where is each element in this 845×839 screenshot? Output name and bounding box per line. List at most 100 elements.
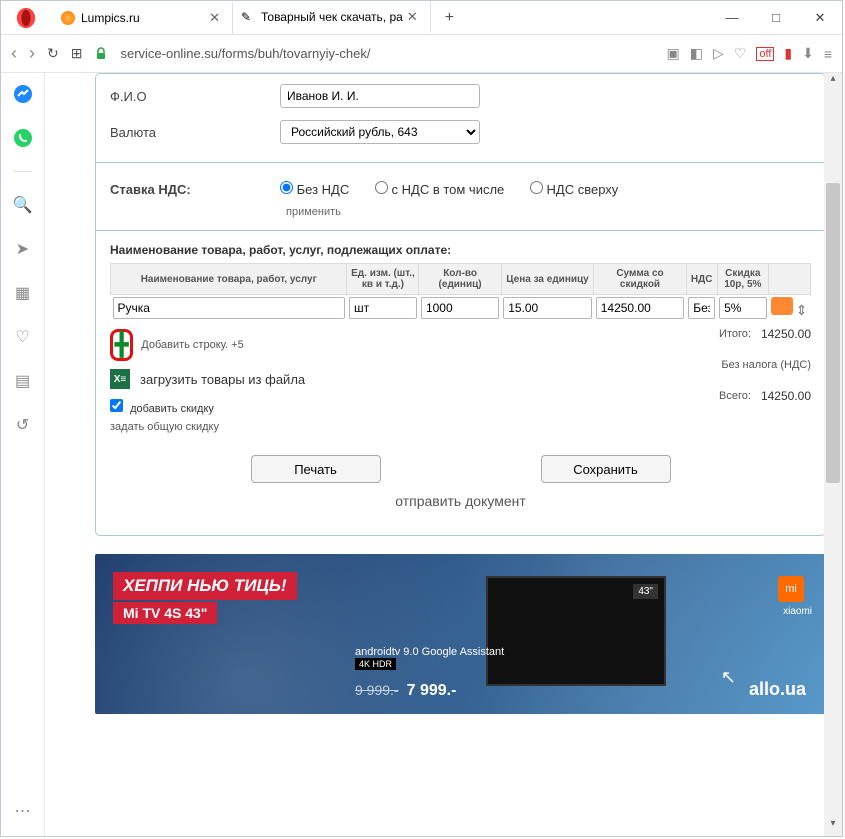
back-button[interactable]: ‹	[11, 43, 17, 64]
plus-icon[interactable]: ╋	[115, 332, 128, 357]
favicon-lumpics	[61, 11, 75, 25]
upload-row: X≡ загрузить товары из файла	[110, 369, 340, 389]
th-sum: Сумма со скидкой	[594, 264, 687, 295]
tab-title: Lumpics.ru	[81, 11, 140, 25]
item-unit-input[interactable]	[349, 297, 417, 319]
titlebar: Lumpics.ru ✕ ✎ Товарный чек скачать, ра …	[1, 1, 842, 35]
fio-label: Ф.И.О	[110, 89, 280, 104]
th-qty: Кол-во (единиц)	[419, 264, 501, 295]
delete-row-button[interactable]	[771, 297, 793, 315]
divider	[14, 171, 32, 172]
adblock-icon[interactable]: off	[756, 47, 774, 61]
maximize-button[interactable]: □	[754, 2, 798, 34]
upload-label[interactable]: загрузить товары из файла	[140, 372, 305, 387]
forward-button[interactable]: ›	[29, 43, 35, 64]
ad-subhead: Mi TV 4S 43"	[113, 602, 217, 624]
table-row: ⇕	[111, 295, 811, 322]
ad-android: androidtv 9.0 Google Assistant4K HDR	[355, 646, 504, 670]
form-card: Ф.И.О Валюта Российский рубль, 643 Ставк…	[95, 73, 826, 536]
add-row-label[interactable]: Добавить строку. +5	[141, 339, 243, 351]
th-unit: Ед. изм. (шт., кв и т.д.)	[347, 264, 419, 295]
item-qty-input[interactable]	[421, 297, 499, 319]
set-discount-link[interactable]: задать общую скидку	[110, 421, 340, 433]
row-fio: Ф.И.О	[110, 78, 811, 114]
apply-link[interactable]: применить	[286, 206, 341, 218]
vat-opt-top[interactable]: НДС сверху	[530, 182, 618, 197]
tab-close[interactable]: ✕	[403, 9, 422, 25]
speed-dial-icon[interactable]: ▦	[12, 282, 34, 304]
cursor-icon: ↖	[721, 667, 736, 688]
item-price-input[interactable]	[503, 297, 592, 319]
tab-active[interactable]: ✎ Товарный чек скачать, ра ✕	[233, 2, 431, 34]
vat-label: Ставка НДС:	[110, 182, 280, 197]
itogo-label: Итого:	[719, 328, 751, 340]
ad-price: 9 999.-7 999.-	[355, 682, 456, 700]
vpn-icon[interactable]: ▷	[713, 45, 724, 62]
extension-icon[interactable]: ▮	[784, 45, 792, 62]
screenshot-icon[interactable]: ▣	[667, 45, 680, 62]
whatsapp-icon[interactable]	[12, 127, 34, 149]
drag-handle[interactable]: ⇕	[796, 302, 808, 318]
table-title: Наименование товара, работ, услуг, подле…	[110, 243, 811, 257]
send-doc-link[interactable]: отправить документ	[110, 493, 811, 509]
scrollbar[interactable]: ▴ ▾	[824, 73, 842, 836]
items-table: Наименование товара, работ, услуг Ед. из…	[110, 263, 811, 321]
row-vat: Ставка НДС: Без НДС с НДС в том числе НД…	[110, 175, 811, 203]
fio-input[interactable]	[280, 84, 480, 108]
novat-label: Без налога (НДС)	[721, 359, 811, 371]
th-vat: НДС	[686, 264, 717, 295]
reload-button[interactable]: ↻	[47, 45, 59, 62]
vat-opt-none[interactable]: Без НДС	[280, 182, 349, 197]
currency-select[interactable]: Российский рубль, 643	[280, 120, 480, 144]
heart-icon[interactable]: ♡	[734, 45, 747, 62]
window-controls: ― □ ✕	[710, 2, 842, 34]
tab-title: Товарный чек скачать, ра	[261, 10, 403, 24]
ad-allo: allo.ua	[749, 679, 806, 700]
messenger-icon[interactable]	[12, 83, 34, 105]
search-icon[interactable]: 🔍	[12, 194, 34, 216]
url-toolbar: ‹ › ↻ ⊞ service-online.su/forms/buh/tova…	[1, 35, 842, 73]
url-text[interactable]: service-online.su/forms/buh/tovarnyiy-ch…	[120, 46, 654, 61]
item-sum-input[interactable]	[596, 297, 685, 319]
th-name: Наименование товара, работ, услуг	[111, 264, 347, 295]
ad-logo: mi	[778, 576, 804, 602]
item-vat-input[interactable]	[688, 297, 715, 319]
video-popup-icon[interactable]: ◧	[690, 45, 703, 62]
news-icon[interactable]: ▤	[12, 370, 34, 392]
tab-lumpics[interactable]: Lumpics.ru ✕	[53, 2, 233, 34]
download-icon[interactable]: ⬇	[802, 45, 814, 62]
tab-close[interactable]: ✕	[205, 10, 224, 26]
ad-headline: ХЕППИ НЬЮ ТИЦЬ!	[113, 572, 297, 600]
vsego-value: 14250.00	[761, 389, 811, 403]
add-discount-checkbox[interactable]: добавить скидку	[110, 403, 214, 415]
lock-icon	[94, 47, 108, 61]
save-button[interactable]: Сохранить	[541, 455, 671, 483]
new-tab-button[interactable]: +	[431, 9, 468, 27]
ad-tv-image	[486, 576, 666, 686]
bookmarks-icon[interactable]: ♡	[12, 326, 34, 348]
close-window-button[interactable]: ✕	[798, 2, 842, 34]
scroll-down[interactable]: ▾	[824, 818, 842, 836]
discount-checkbox-row: добавить скидку	[110, 399, 340, 415]
minimize-button[interactable]: ―	[710, 2, 754, 34]
flow-icon[interactable]: ➤	[12, 238, 34, 260]
item-name-input[interactable]	[113, 297, 345, 319]
vsego-label: Всего:	[719, 390, 751, 402]
ad-brand: xiaomi	[783, 606, 812, 617]
item-disc-input[interactable]	[719, 297, 766, 319]
ad-banner[interactable]: ХЕППИ НЬЮ ТИЦЬ! Mi TV 4S 43" mi xiaomi a…	[95, 554, 826, 714]
excel-icon[interactable]: X≡	[110, 369, 130, 389]
scrollbar-thumb[interactable]	[826, 183, 840, 483]
history-icon[interactable]: ↺	[12, 414, 34, 436]
vat-opt-incl[interactable]: с НДС в том числе	[375, 182, 504, 197]
print-button[interactable]: Печать	[251, 455, 381, 483]
row-currency: Валюта Российский рубль, 643	[110, 114, 811, 150]
easy-setup-icon[interactable]: ≡	[824, 46, 832, 62]
add-row-highlight: ╋	[110, 329, 133, 361]
page-content: Ф.И.О Валюта Российский рубль, 643 Ставк…	[45, 73, 842, 836]
th-disc: Скидка 10р, 5%	[717, 264, 768, 295]
more-icon[interactable]: ⋯	[12, 800, 34, 822]
scroll-up[interactable]: ▴	[824, 73, 842, 91]
speed-dial-button[interactable]: ⊞	[71, 45, 83, 62]
add-row: ╋ Добавить строку. +5	[110, 329, 340, 361]
